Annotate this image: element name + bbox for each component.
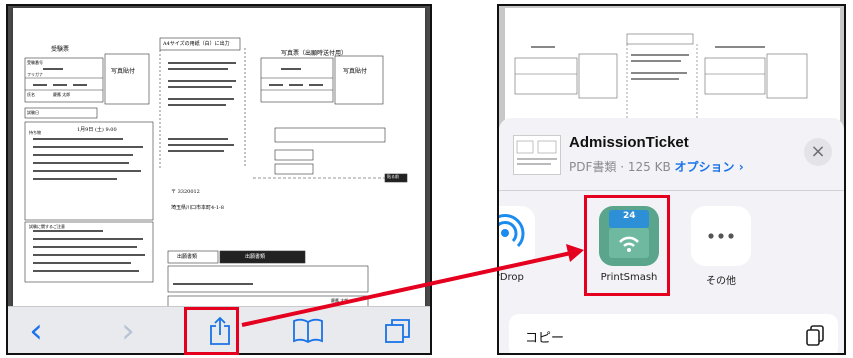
doc-exam-number-label: 受験番号	[27, 60, 43, 65]
share-app-row: AirDrop 24 PrintSmash	[499, 206, 844, 301]
bookmarks-button[interactable]	[292, 315, 324, 347]
doc-photo-label-right: 写真貼付	[343, 68, 368, 75]
printsmash-highlight	[584, 195, 670, 296]
airdrop-label: AirDrop	[499, 272, 524, 283]
right-phone-screen: AdmissionTicket PDF書類 · 125 KB オプション › ×	[497, 4, 846, 355]
header-divider	[499, 190, 844, 191]
doc-exam-date-label: 試験日	[27, 110, 39, 115]
doc-name-value: 慶應 太郎	[53, 92, 71, 97]
book-icon	[293, 318, 323, 344]
tabs-button[interactable]	[382, 315, 414, 347]
document-preview-layout	[514, 33, 808, 134]
share-sheet-header: AdmissionTicket PDF書類 · 125 KB オプション › ×	[499, 118, 844, 190]
more-app-icon	[691, 206, 751, 266]
airdrop-icon	[499, 214, 525, 248]
copy-icon	[806, 325, 824, 346]
options-link[interactable]: オプション ›	[675, 160, 744, 174]
back-chevron-icon: ‹	[29, 311, 43, 351]
doc-kana-label: フリガナ	[27, 72, 43, 77]
doc-center-title: A4サイズの用紙（白）に出力	[163, 41, 230, 47]
tabs-icon	[385, 319, 410, 343]
left-phone-screen: 受験票 A4サイズの用紙（白）に出力 写真票（出願時送付用） 写真貼付 写真貼付…	[6, 4, 432, 355]
file-thumbnail	[513, 135, 561, 175]
share-app-airdrop[interactable]: AirDrop	[499, 206, 539, 283]
doc-address: 埼玉県川口市本町4-1-8	[171, 205, 224, 211]
pdf-document-page: 受験票 A4サイズの用紙（白）に出力 写真票（出願時送付用） 写真貼付 写真貼付…	[13, 8, 425, 309]
document-preview-background	[499, 6, 844, 136]
share-sheet: AdmissionTicket PDF書類 · 125 KB オプション › ×	[499, 118, 844, 353]
copy-action[interactable]: コピー	[509, 314, 838, 353]
meta-separator: ·	[620, 160, 628, 174]
share-button-highlight	[184, 307, 239, 355]
forward-button[interactable]: ›	[112, 311, 144, 351]
pdf-thumbnail-icon	[516, 140, 557, 165]
doc-apply-value: 出願書類	[245, 254, 266, 260]
file-type: PDF書類	[569, 160, 617, 174]
copy-label: コピー	[525, 331, 565, 346]
back-button[interactable]: ‹	[20, 311, 52, 351]
airdrop-app-icon	[499, 206, 535, 266]
doc-right-title: 写真票（出願時送付用）	[281, 50, 348, 57]
file-size: 125 KB	[627, 160, 671, 174]
ellipsis-icon	[708, 233, 734, 239]
doc-belongings-heading: 持ち物	[29, 130, 41, 135]
doc-stamp: 貼る前	[387, 174, 399, 179]
share-app-more[interactable]: その他	[687, 206, 755, 287]
more-label: その他	[706, 276, 736, 287]
document-preview	[505, 8, 840, 134]
close-button[interactable]: ×	[804, 138, 832, 166]
document-layout	[24, 37, 408, 309]
doc-exam-title: 受験票	[51, 46, 70, 53]
file-meta: PDF書類 · 125 KB オプション ›	[569, 158, 744, 175]
close-icon: ×	[810, 141, 826, 162]
doc-photo-label: 写真貼付	[111, 68, 136, 75]
forward-chevron-icon: ›	[121, 311, 135, 351]
doc-exam-date: 1月9日 (土) 9:00	[77, 127, 117, 133]
doc-postal: 〒 3320012	[171, 189, 200, 195]
doc-notice-heading: 試験に関するご注意	[29, 224, 65, 229]
doc-name-label: 氏名	[27, 92, 35, 97]
doc-apply-label: 出願書類	[177, 254, 198, 260]
file-name: AdmissionTicket	[569, 134, 689, 151]
doc-footer-name: 慶應 太郎	[331, 298, 349, 303]
